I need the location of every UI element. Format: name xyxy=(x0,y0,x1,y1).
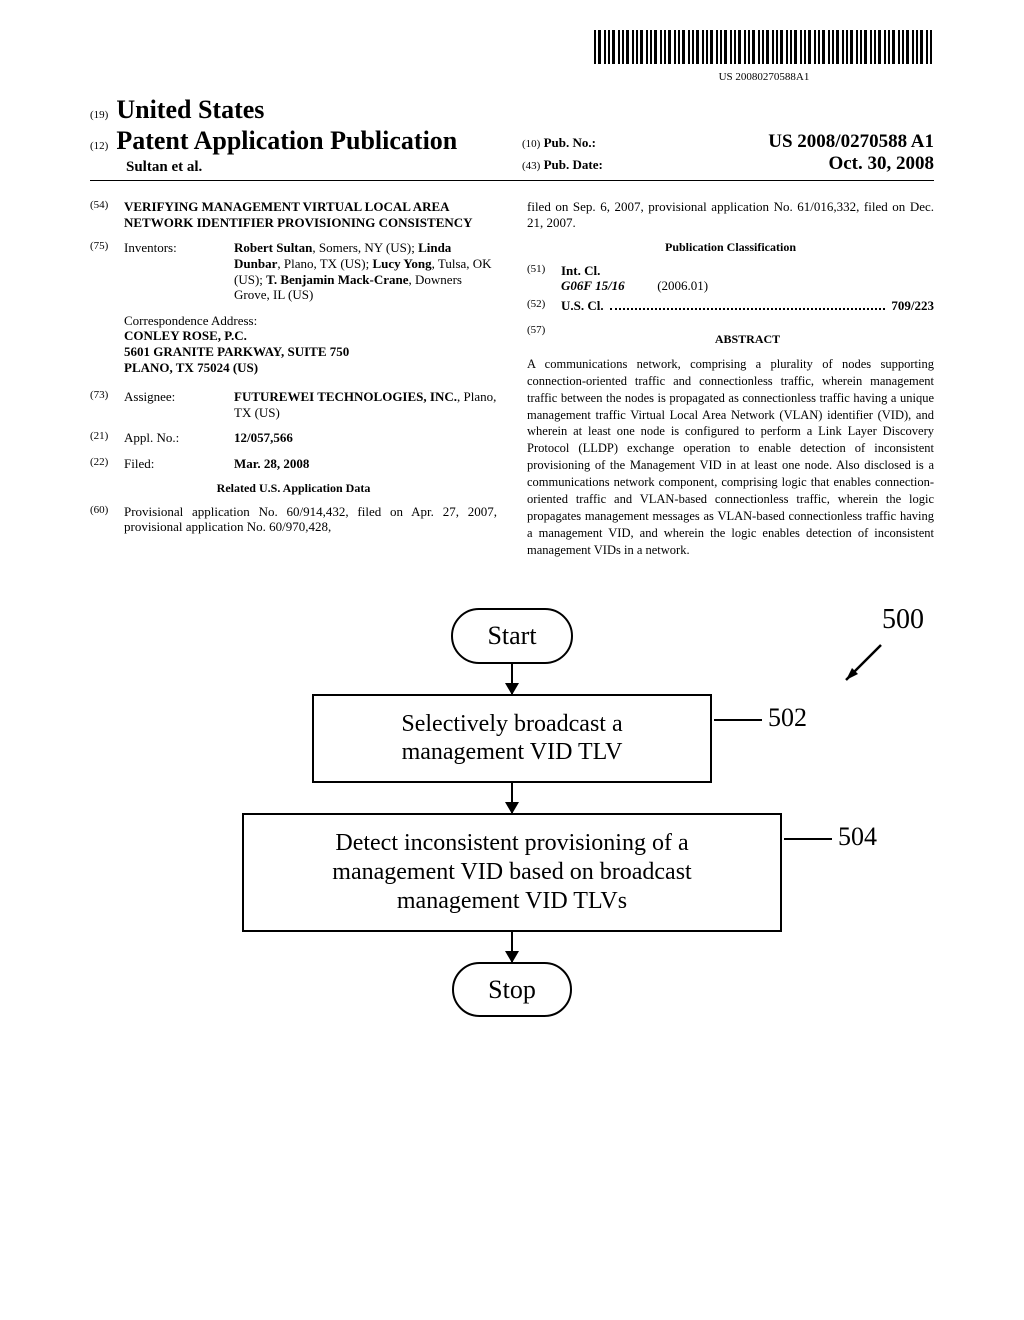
ref-502-label: 502 xyxy=(768,703,807,732)
intcl-code: (51) xyxy=(527,263,561,294)
filed-code: (22) xyxy=(90,456,124,472)
prov-code: (60) xyxy=(90,504,124,535)
ref-504: 504 xyxy=(784,821,877,852)
flow-start: Start xyxy=(451,608,572,663)
arrow-down-icon xyxy=(511,664,513,694)
pubno-label: Pub. No.: xyxy=(544,135,596,150)
uscl-code: (52) xyxy=(527,298,561,314)
filed-label: Filed: xyxy=(124,456,234,472)
country-code: (19) xyxy=(90,109,108,122)
ref-500: 500 xyxy=(882,603,924,637)
prov-text: Provisional application No. 60/914,432, … xyxy=(124,504,497,535)
ref-504-label: 504 xyxy=(838,822,877,851)
header-rule xyxy=(90,180,934,181)
pubno-code: (10) xyxy=(522,138,540,150)
applno-value: 12/057,566 xyxy=(234,430,497,446)
filed-value: Mar. 28, 2008 xyxy=(234,456,497,472)
related-heading: Related U.S. Application Data xyxy=(90,481,497,495)
abstract-text: A communications network, comprising a p… xyxy=(527,356,934,559)
inventors-code: (75) xyxy=(90,240,124,302)
inventors-label: Inventors: xyxy=(124,240,234,302)
barcode-area: US 20080270588A1 xyxy=(90,30,934,84)
correspondence-l2: 5601 GRANITE PARKWAY, SUITE 750 xyxy=(124,344,497,360)
authors: Sultan et al. xyxy=(126,158,502,176)
intcl-year: (2006.01) xyxy=(657,278,708,293)
ref-502: 502 xyxy=(714,702,807,733)
left-column: (54) VERIFYING MANAGEMENT VIRTUAL LOCAL … xyxy=(90,199,497,558)
correspondence-l3: PLANO, TX 75024 (US) xyxy=(124,360,497,376)
uscl-value: 709/223 xyxy=(891,298,934,314)
assignee-code: (73) xyxy=(90,389,124,420)
pubdate-code: (43) xyxy=(522,160,540,172)
correspondence-l1: CONLEY ROSE, P.C. xyxy=(124,328,497,344)
country: United States xyxy=(116,94,264,125)
barcode-text: US 20080270588A1 xyxy=(594,71,934,84)
doc-type: Patent Application Publication xyxy=(116,125,457,156)
arrow-down-icon xyxy=(511,932,513,962)
uscl-dots xyxy=(610,308,886,310)
intcl-label: Int. Cl. xyxy=(561,263,934,279)
intcl-value: G06F 15/16 xyxy=(561,278,625,293)
doc-type-code: (12) xyxy=(90,140,108,153)
flowchart: 500 Start Selectively broadcast a manage… xyxy=(90,608,934,1016)
prov-cont: filed on Sep. 6, 2007, provisional appli… xyxy=(527,199,934,230)
correspondence-label: Correspondence Address: xyxy=(124,313,497,329)
flow-box-504: Detect inconsistent provisioning of a ma… xyxy=(242,813,782,931)
right-column: filed on Sep. 6, 2007, provisional appli… xyxy=(527,199,934,558)
pubdate-label: Pub. Date: xyxy=(544,157,603,172)
pubdate-value: Oct. 30, 2008 xyxy=(828,153,934,176)
title-code: (54) xyxy=(90,199,124,230)
arrow-down-icon xyxy=(511,783,513,813)
body-columns: (54) VERIFYING MANAGEMENT VIRTUAL LOCAL … xyxy=(90,199,934,558)
assignee-value: FUTUREWEI TECHNOLOGIES, INC., Plano, TX … xyxy=(234,389,497,420)
abstract-heading: ABSTRACT xyxy=(561,332,934,346)
pubclass-heading: Publication Classification xyxy=(527,240,934,254)
flow-box-502: Selectively broadcast a management VID T… xyxy=(312,694,712,784)
header: (19) United States (12) Patent Applicati… xyxy=(90,94,934,176)
ref-500-arrow-icon xyxy=(836,640,886,690)
flow-stop: Stop xyxy=(452,962,572,1017)
applno-label: Appl. No.: xyxy=(124,430,234,446)
uscl-label: U.S. Cl. xyxy=(561,298,604,314)
inventors-value: Robert Sultan, Somers, NY (US); Linda Du… xyxy=(234,240,497,302)
abstract-code: (57) xyxy=(527,324,561,354)
assignee-label: Assignee: xyxy=(124,389,234,420)
invention-title: VERIFYING MANAGEMENT VIRTUAL LOCAL AREA … xyxy=(124,199,497,230)
pubno-value: US 2008/0270588 A1 xyxy=(768,131,934,154)
barcode xyxy=(594,30,934,64)
applno-code: (21) xyxy=(90,430,124,446)
correspondence-address: Correspondence Address: CONLEY ROSE, P.C… xyxy=(124,313,497,375)
